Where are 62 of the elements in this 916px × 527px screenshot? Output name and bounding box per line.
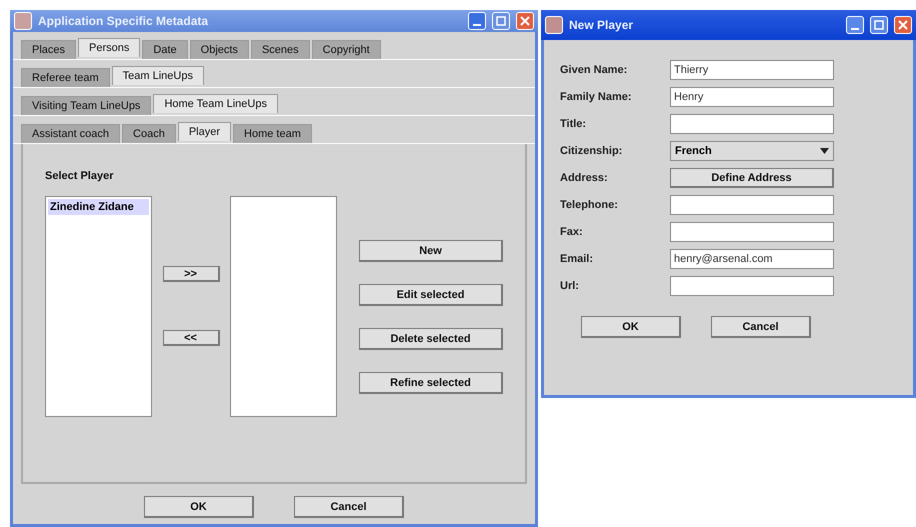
close-icon <box>898 20 908 30</box>
minimize-icon <box>473 24 481 26</box>
maximize-icon <box>496 16 506 26</box>
dialog-button[interactable]: OK <box>581 316 681 338</box>
input-field[interactable] <box>670 222 834 242</box>
field-label: Family Name: <box>560 91 633 103</box>
action-button[interactable]: New <box>359 240 503 262</box>
input-field[interactable]: Thierry <box>670 60 834 80</box>
input-field[interactable] <box>670 195 834 215</box>
maximize-icon <box>874 20 884 30</box>
field-label: Telephone: <box>560 199 619 211</box>
maximize-button[interactable] <box>870 16 888 34</box>
app-icon <box>14 12 32 30</box>
input-field[interactable] <box>670 276 834 296</box>
field-label: Title: <box>560 118 588 130</box>
field-label: Email: <box>560 253 594 265</box>
action-button[interactable]: Delete selected <box>359 328 503 350</box>
input-field[interactable]: Henry <box>670 87 834 107</box>
tab[interactable]: Places <box>21 40 76 59</box>
tab[interactable]: Date <box>142 40 188 59</box>
tab[interactable]: Home Team LineUps <box>153 94 278 113</box>
close-button[interactable] <box>516 12 534 30</box>
close-button[interactable] <box>894 16 912 34</box>
close-icon <box>520 16 530 26</box>
dropdown[interactable]: French <box>670 141 834 161</box>
define-address-button[interactable]: Define Address <box>670 168 834 188</box>
field-label: Address: <box>560 172 609 184</box>
dialog-button[interactable]: OK <box>144 496 254 518</box>
dialog-button[interactable]: Cancel <box>711 316 811 338</box>
action-button[interactable]: Edit selected <box>359 284 503 306</box>
move-button[interactable]: << <box>162 330 220 346</box>
move-button[interactable]: >> <box>162 266 220 282</box>
field-label: Given Name: <box>560 64 628 76</box>
tab[interactable]: Scenes <box>250 40 310 59</box>
tab[interactable]: Home team <box>233 124 312 143</box>
tab[interactable]: Player <box>178 122 232 141</box>
minimize-icon <box>851 28 859 30</box>
input-field[interactable]: henry@arsenal.com <box>670 249 834 269</box>
action-button[interactable]: Refine selected <box>359 372 503 394</box>
field-label: Url: <box>560 280 580 292</box>
field-label: Fax: <box>560 226 584 238</box>
maximize-button[interactable] <box>492 12 510 30</box>
tab[interactable]: Persons <box>78 38 140 57</box>
tab[interactable]: Copyright <box>312 40 381 59</box>
tab[interactable]: Objects <box>190 40 249 59</box>
tab[interactable]: Visiting Team LineUps <box>21 96 152 115</box>
minimize-button[interactable] <box>468 12 486 30</box>
app-icon <box>545 16 563 34</box>
select-player-label: Select Player <box>45 170 114 182</box>
list-item[interactable]: Zinedine Zidane <box>48 199 149 215</box>
dialog-button[interactable]: Cancel <box>294 496 404 518</box>
tab[interactable]: Team LineUps <box>112 66 204 85</box>
tab[interactable]: Coach <box>122 124 176 143</box>
window-title: Application Specific Metadata <box>38 14 210 28</box>
field-label: Citizenship: <box>560 145 624 157</box>
tab[interactable]: Referee team <box>21 68 110 87</box>
window-title: New Player <box>569 18 634 32</box>
minimize-button[interactable] <box>846 16 864 34</box>
input-field[interactable] <box>670 114 834 134</box>
dropdown-value: French <box>675 145 712 157</box>
tab[interactable]: Assistant coach <box>21 124 120 143</box>
caret-icon <box>820 148 829 154</box>
